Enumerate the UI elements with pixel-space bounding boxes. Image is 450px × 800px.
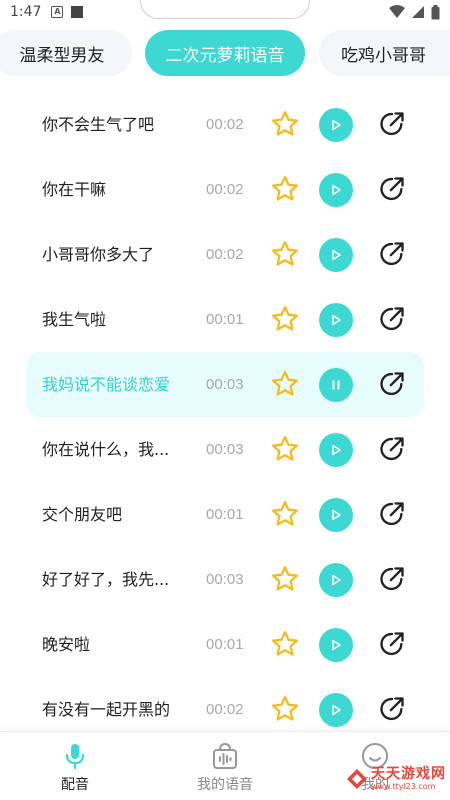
play-button[interactable] [319, 173, 353, 207]
play-icon [332, 704, 341, 716]
category-tabs: 温柔型男友 二次元萝莉语音 吃鸡小哥哥 [0, 26, 450, 82]
play-button[interactable] [319, 693, 353, 727]
play-icon [332, 119, 341, 131]
favorite-star-icon[interactable] [270, 174, 300, 204]
voice-title: 我妈说不能谈恋爱 [42, 375, 171, 394]
site-watermark: 天天游戏网 www.ttyl23.com [346, 762, 446, 796]
share-icon[interactable] [378, 630, 406, 658]
play-icon [332, 249, 341, 261]
voice-duration: 00:02 [206, 181, 244, 198]
play-icon [332, 574, 341, 586]
share-icon[interactable] [378, 500, 406, 528]
watermark-logo-icon [347, 769, 367, 789]
voice-row[interactable]: 你不会生气了吧 00:02 [0, 92, 450, 157]
favorite-star-icon[interactable] [270, 434, 300, 464]
share-icon[interactable] [378, 110, 406, 138]
tab-pubg-brother[interactable]: 吃鸡小哥哥 [319, 30, 450, 76]
voice-row-playing[interactable]: 我妈说不能谈恋爱 00:03 [0, 352, 450, 417]
voice-row[interactable]: 你在干嘛 00:02 [0, 157, 450, 222]
nav-dub-label: 配音 [61, 777, 89, 793]
pause-icon [332, 380, 340, 390]
voice-duration: 00:03 [206, 441, 244, 458]
voice-row[interactable]: 交个朋友吧 00:01 [0, 482, 450, 547]
voice-duration: 00:03 [206, 571, 244, 588]
voice-title: 晚安啦 [42, 635, 91, 654]
favorite-star-icon[interactable] [270, 629, 300, 659]
share-icon[interactable] [378, 305, 406, 333]
favorite-star-icon[interactable] [270, 369, 300, 399]
battery-icon [431, 4, 440, 19]
voice-row[interactable]: 你在说什么，我... 00:03 [0, 417, 450, 482]
share-icon[interactable] [378, 435, 406, 463]
favorite-star-icon[interactable] [270, 564, 300, 594]
status-bar: 1:47 A [0, 0, 450, 24]
play-button[interactable] [319, 303, 353, 337]
voice-row[interactable]: 我生气啦 00:01 [0, 287, 450, 352]
voice-list: 你不会生气了吧 00:02 你在干嘛 00:02 小哥哥你多大了 00:02 我… [0, 92, 450, 742]
play-icon [332, 444, 341, 456]
voice-title: 你在干嘛 [42, 180, 107, 199]
favorite-star-icon[interactable] [270, 694, 300, 724]
favorite-star-icon[interactable] [270, 304, 300, 334]
voice-duration: 00:01 [206, 636, 244, 653]
share-icon[interactable] [378, 695, 406, 723]
favorite-star-icon[interactable] [270, 499, 300, 529]
play-icon [332, 509, 341, 521]
voice-title: 你在说什么，我... [42, 440, 170, 459]
voice-duration: 00:01 [206, 506, 244, 523]
favorite-star-icon[interactable] [270, 109, 300, 139]
play-button[interactable] [319, 433, 353, 467]
voice-bag-icon [213, 742, 237, 769]
play-icon [332, 639, 341, 651]
voice-title: 我生气啦 [42, 310, 107, 329]
play-button[interactable] [319, 628, 353, 662]
play-button[interactable] [319, 498, 353, 532]
watermark-url: www.ttyl23.com [371, 782, 436, 791]
microphone-icon [65, 744, 85, 770]
play-button[interactable] [319, 563, 353, 597]
tab-anime-loli-voice[interactable]: 二次元萝莉语音 [145, 30, 305, 76]
pause-button[interactable] [319, 368, 353, 402]
tab-gentle-boyfriend[interactable]: 温柔型男友 [0, 30, 132, 76]
voice-title: 小哥哥你多大了 [42, 245, 155, 264]
voice-title: 交个朋友吧 [42, 505, 123, 524]
share-icon[interactable] [378, 175, 406, 203]
voice-row[interactable]: 晚安啦 00:01 [0, 612, 450, 677]
nav-dub[interactable]: 配音 [15, 732, 135, 800]
notification-a-icon: A [51, 6, 64, 18]
nav-my-voice-label: 我的语音 [197, 777, 253, 793]
voice-title: 你不会生气了吧 [42, 115, 155, 134]
play-icon [332, 184, 341, 196]
nav-my-voice[interactable]: 我的语音 [165, 732, 285, 800]
wifi-icon [389, 5, 405, 18]
play-button[interactable] [319, 108, 353, 142]
voice-duration: 00:02 [206, 116, 244, 133]
voice-title: 好了好了，我先... [42, 570, 170, 589]
camera-notch [140, 0, 310, 19]
voice-row[interactable]: 小哥哥你多大了 00:02 [0, 222, 450, 287]
voice-duration: 00:01 [206, 311, 244, 328]
notification-square-icon [71, 6, 84, 18]
share-icon[interactable] [378, 370, 406, 398]
play-icon [332, 314, 341, 326]
share-icon[interactable] [378, 240, 406, 268]
voice-row[interactable]: 好了好了，我先... 00:03 [0, 547, 450, 612]
signal-icon [412, 6, 424, 18]
watermark-title: 天天游戏网 [371, 766, 446, 782]
voice-duration: 00:03 [206, 376, 244, 393]
favorite-star-icon[interactable] [270, 239, 300, 269]
play-button[interactable] [319, 238, 353, 272]
voice-duration: 00:02 [206, 246, 244, 263]
share-icon[interactable] [378, 565, 406, 593]
status-time: 1:47 [10, 4, 42, 20]
